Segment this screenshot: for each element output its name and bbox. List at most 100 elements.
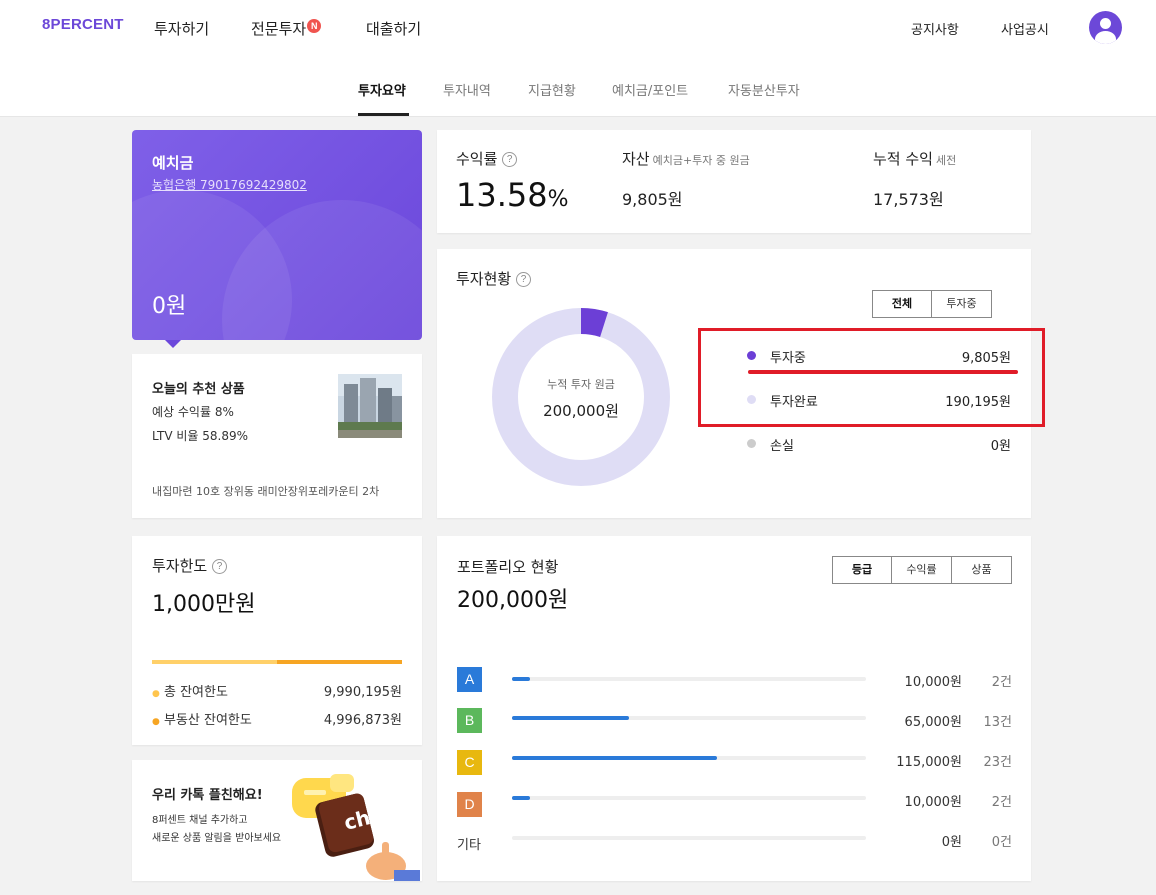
recommend-card[interactable]: 오늘의 추천 상품 예상 수익률 8% LTV 비율 58.89% 내집마련 1… [132, 354, 422, 518]
grade-c-badge: C [457, 750, 482, 775]
donut-center-label: 누적 투자 원금 [547, 378, 615, 391]
income-value: 17,573원 [873, 190, 944, 209]
tab-summary[interactable]: 투자요약 [358, 80, 406, 99]
recommend-title: 오늘의 추천 상품 [152, 382, 245, 397]
limit-total-label: 총 잔여한도 [164, 685, 228, 700]
help-icon[interactable]: ? [211, 559, 227, 574]
yield-number: 13.58 [456, 176, 548, 214]
status-title: 투자현황 ? [456, 268, 531, 289]
grade-etc-count: 0건 [991, 835, 1012, 850]
summary-card: 수익률 ? 13.58% 자산 예치금+투자 중 원금 9,805원 누적 수익 세… [437, 130, 1031, 233]
asset-sublabel: 예치금+투자 중 원금 [652, 154, 750, 167]
legend-loss-label: 손실 [770, 439, 794, 454]
filter-investing-button[interactable]: 투자중 [932, 291, 991, 317]
active-tab-indicator [358, 113, 409, 116]
grade-b-badge: B [457, 708, 482, 733]
grade-b-track [512, 716, 866, 720]
status-title-text: 투자현황 [456, 270, 512, 288]
limit-total-value: 9,990,195원 [323, 685, 402, 700]
grade-a-badge: A [457, 667, 482, 692]
limit-bar-total [152, 660, 277, 664]
investment-limit-card: 투자한도 ? 1,000만원 ● 총 잔여한도 9,990,195원 ● 부동산… [132, 536, 422, 745]
grade-c-count: 23건 [983, 755, 1012, 770]
status-filter-toggle: 전체 투자중 [872, 290, 992, 318]
highlight-underline [748, 370, 1018, 374]
tab-auto-invest[interactable]: 자동분산투자 [728, 80, 800, 99]
recommend-product-name: 내집마련 10호 장위동 래미안장위포레카운티 2차 [152, 485, 380, 498]
kakao-channel-card[interactable]: 우리 카톡 플친해요! 8퍼센트 채널 추가하고 새로운 상품 알림을 받아보세… [132, 760, 422, 881]
grade-a-bar [512, 677, 530, 681]
grade-etc-label: 기타 [457, 838, 481, 853]
limit-realestate-row: ● 부동산 잔여한도 4,996,873원 [152, 709, 402, 728]
yield-value: 13.58% [456, 176, 569, 214]
donut-center-value: 200,000원 [543, 402, 619, 420]
grade-a-count: 2건 [991, 675, 1012, 690]
avatar-head [1100, 18, 1111, 29]
limit-realestate-value: 4,996,873원 [323, 713, 402, 728]
portfolio-title: 포트폴리오 현황 [457, 558, 559, 576]
portfolio-card: 포트폴리오 현황 200,000원 등급 수익률 상품 [437, 536, 1031, 881]
grade-c-bar [512, 756, 718, 760]
nav-pro-invest-label: 전문투자 [251, 20, 307, 38]
bullet-icon: ● [152, 717, 160, 727]
deposit-card[interactable]: 예치금 농협은행 79017692429802 0원 [132, 130, 422, 340]
portfolio-filter-toggle: 등급 수익률 상품 [832, 556, 1012, 584]
nav-loan[interactable]: 대출하기 [366, 18, 421, 39]
avatar-body [1095, 31, 1116, 44]
deposit-pointer [165, 340, 181, 348]
top-navigation-bar: 8PERCENT 투자하기 전문투자 N 대출하기 공지사항 사업공시 투자요약 … [0, 0, 1156, 117]
portfolio-total: 200,000원 [457, 588, 569, 613]
brand-logo[interactable]: 8PERCENT [42, 16, 124, 33]
new-badge: N [307, 19, 322, 33]
grade-c-amount: 115,000원 [896, 755, 962, 770]
kakao-line2: 새로운 상품 알림을 받아보세요 [152, 833, 282, 844]
grade-d-count: 2건 [991, 795, 1012, 810]
nav-disclosure[interactable]: 사업공시 [1001, 19, 1049, 38]
limit-total-row: ● 총 잔여한도 9,990,195원 [152, 681, 402, 700]
highlight-box [698, 328, 1045, 427]
asset-label: 자산 예치금+투자 중 원금 [622, 148, 750, 169]
tab-history[interactable]: 투자내역 [443, 80, 491, 99]
help-icon[interactable]: ? [515, 272, 531, 287]
nav-invest[interactable]: 투자하기 [154, 18, 209, 39]
kakao-line1: 8퍼센트 채널 추가하고 [152, 815, 248, 826]
limit-title-text: 투자한도 [152, 557, 208, 575]
filter-grade-button[interactable]: 등급 [833, 557, 892, 583]
grade-a-amount: 10,000원 [904, 675, 962, 690]
limit-bar [152, 660, 402, 664]
grade-etc-amount: 0원 [941, 835, 962, 850]
nav-pro-invest[interactable]: 전문투자 N [251, 18, 322, 39]
limit-bar-realestate [277, 660, 402, 664]
grade-etc-track [512, 836, 866, 840]
nav-notice[interactable]: 공지사항 [911, 19, 959, 38]
deposit-title: 예치금 [152, 154, 194, 172]
help-icon[interactable]: ? [502, 152, 518, 167]
filter-product-button[interactable]: 상품 [952, 557, 1011, 583]
product-thumbnail [338, 374, 402, 438]
limit-value: 1,000만원 [152, 592, 256, 617]
tab-payment[interactable]: 지급현황 [528, 80, 576, 99]
yield-label-text: 수익률 [456, 150, 498, 168]
deposit-account-link[interactable]: 농협은행 79017692429802 [152, 176, 307, 193]
yield-label: 수익률 ? [456, 148, 518, 169]
grade-b-bar [512, 716, 629, 720]
grade-d-track [512, 796, 866, 800]
grade-a-track [512, 677, 866, 681]
grade-b-amount: 65,000원 [904, 715, 962, 730]
recommend-ltv: LTV 비율 58.89% [152, 429, 249, 443]
asset-value: 9,805원 [622, 190, 683, 209]
user-avatar-icon[interactable] [1089, 11, 1122, 44]
grade-d-bar [512, 796, 530, 800]
investment-donut-chart [492, 308, 670, 486]
filter-yield-button[interactable]: 수익률 [892, 557, 952, 583]
income-sublabel: 세전 [935, 154, 957, 167]
tab-deposit-point[interactable]: 예치금/포인트 [612, 80, 688, 99]
kakao-title: 우리 카톡 플친해요! [152, 788, 263, 803]
loss-dot [747, 439, 756, 448]
grade-c-track [512, 756, 866, 760]
asset-label-text: 자산 [622, 150, 650, 168]
recommend-rate: 예상 수익률 8% [152, 405, 234, 419]
legend-loss-value: 0원 [990, 439, 1011, 454]
filter-all-button[interactable]: 전체 [873, 291, 932, 317]
limit-title: 투자한도 ? [152, 555, 227, 576]
